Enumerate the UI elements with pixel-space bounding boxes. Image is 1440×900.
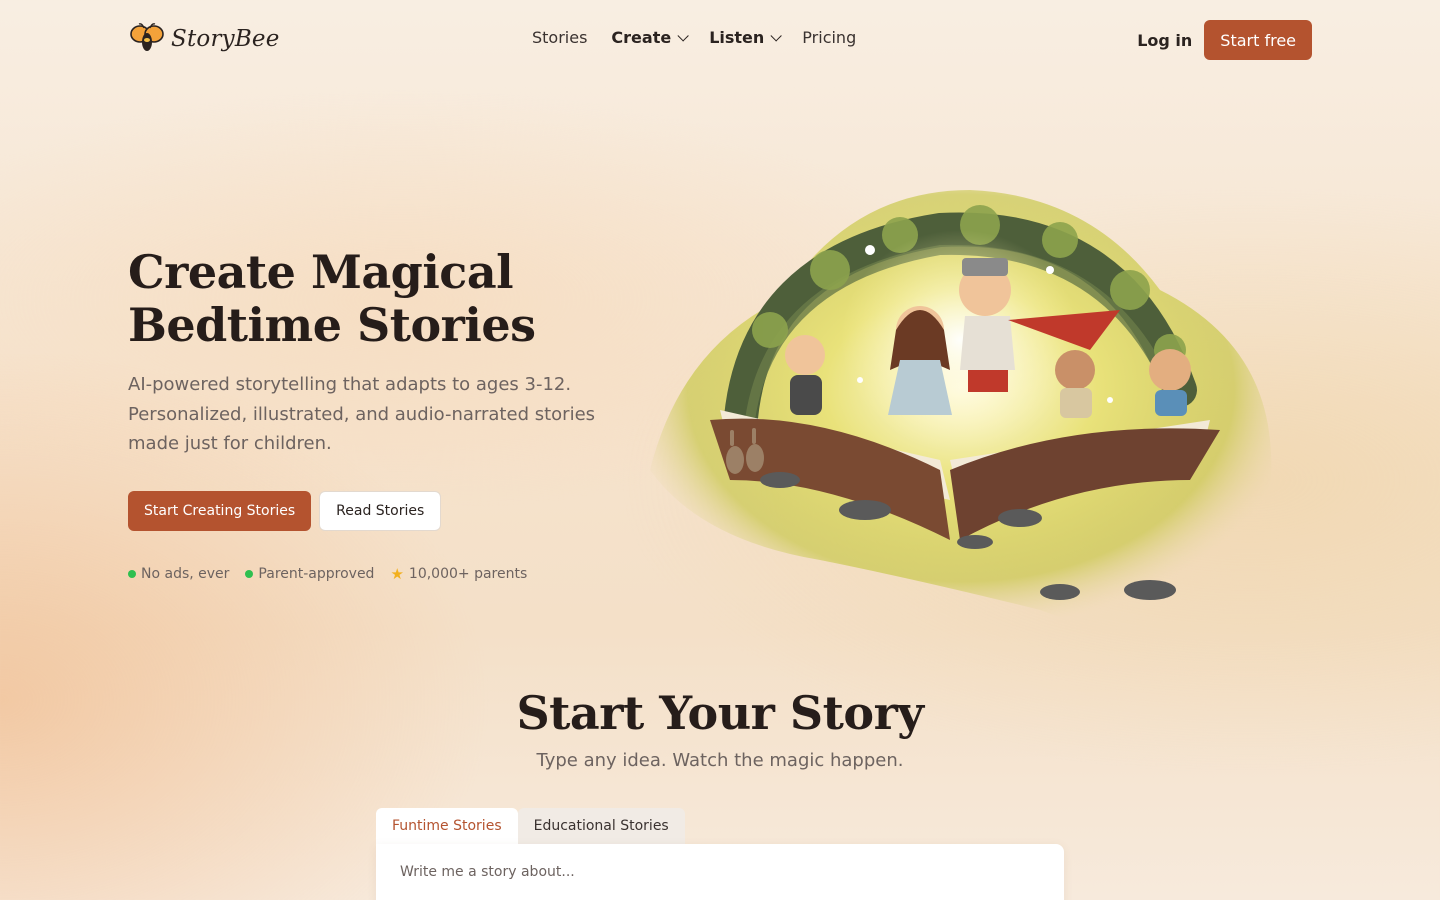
story-type-tabs: Funtime Stories Educational Stories [376, 808, 685, 844]
badge-label: Parent-approved [258, 566, 375, 582]
hero-illustration [620, 180, 1290, 650]
story-prompt-input[interactable] [400, 864, 1040, 880]
start-free-button[interactable]: Start free [1204, 20, 1312, 60]
bee-logo-icon [129, 22, 165, 56]
top-nav: StoryBee Stories Create Listen Pricing L… [0, 0, 1440, 80]
nav-listen-dropdown[interactable]: Listen [709, 28, 783, 47]
nav-pricing[interactable]: Pricing [802, 28, 856, 47]
nav-stories-label: Stories [532, 28, 588, 47]
nav-listen-label: Listen [709, 28, 765, 47]
trust-badges: No ads, ever Parent-approved ★ 10,000+ p… [128, 565, 527, 583]
badge-parent-approved: Parent-approved [245, 566, 374, 582]
start-story-title: Start Your Story [516, 686, 924, 740]
chevron-down-icon [677, 29, 689, 42]
tab-funtime-stories[interactable]: Funtime Stories [376, 808, 518, 844]
start-creating-stories-button[interactable]: Start Creating Stories [128, 491, 312, 531]
start-story-subtitle: Type any idea. Watch the magic happen. [536, 750, 904, 771]
brand-name: StoryBee [171, 26, 280, 52]
read-stories-button[interactable]: Read Stories [319, 491, 442, 531]
hero-actions: Start Creating Stories Read Stories [128, 491, 442, 531]
green-dot-icon [128, 570, 136, 578]
login-link[interactable]: Log in [1133, 31, 1196, 50]
green-dot-icon [245, 570, 254, 578]
chevron-down-icon [770, 29, 783, 42]
badge-label: 10,000+ parents [408, 566, 528, 582]
nav-actions: Log in Start free [1133, 20, 1312, 60]
badge-no-ads: No ads, ever [128, 566, 229, 582]
nav-pricing-label: Pricing [802, 28, 857, 47]
logo[interactable]: StoryBee [129, 22, 280, 56]
nav-create-dropdown[interactable]: Create [611, 28, 689, 47]
badge-label: No ads, ever [141, 566, 230, 582]
tab-educational-stories[interactable]: Educational Stories [517, 808, 685, 844]
story-prompt-box [376, 844, 1064, 900]
nav-create-label: Create [611, 28, 672, 47]
nav-links: Stories Create Listen Pricing [532, 28, 856, 47]
hero-subtitle: AI-powered storytelling that adapts to a… [128, 374, 596, 454]
nav-stories[interactable]: Stories [532, 28, 587, 47]
badge-parents-count: ★ 10,000+ parents [390, 565, 527, 583]
star-icon: ★ [390, 565, 404, 583]
